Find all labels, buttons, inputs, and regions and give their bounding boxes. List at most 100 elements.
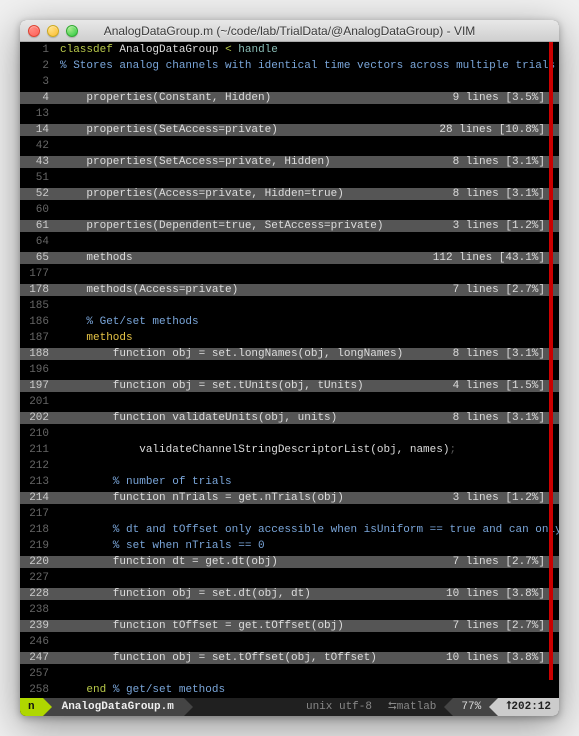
fold-label: function nTrials = get.nTrials(obj)	[60, 492, 344, 504]
zoom-icon[interactable]	[66, 25, 78, 37]
fold-line[interactable]: 202 function validateUnits(obj, units)8 …	[20, 410, 559, 426]
code-line: 246	[20, 634, 559, 650]
code-line: 218 % dt and tOffset only accessible whe…	[20, 522, 559, 538]
line-number: 3	[20, 76, 56, 88]
line-content: properties(SetAccess=private) 28 lines [1…	[56, 124, 559, 136]
line-number: 51	[20, 172, 56, 184]
line-content: % dt and tOffset only accessible when is…	[56, 524, 559, 536]
line-content: methods	[56, 332, 559, 344]
line-content: classdef AnalogDataGroup < handle	[56, 44, 559, 56]
fold-label: methods(Access=private)	[60, 284, 238, 296]
code-line: 227	[20, 570, 559, 586]
code-line: 217	[20, 506, 559, 522]
code-line: 185	[20, 298, 559, 314]
line-number: 1	[20, 44, 56, 56]
code-line: 51	[20, 170, 559, 186]
encoding-label: unix utf-8	[298, 698, 380, 716]
fold-label: methods	[60, 252, 133, 264]
line-content: function nTrials = get.nTrials(obj) 3 lin…	[56, 492, 559, 504]
code-line: 1classdef AnalogDataGroup < handle	[20, 42, 559, 58]
fold-info: 7 lines [2.7%]	[453, 284, 559, 296]
code-line: 258 end % get/set methods	[20, 682, 559, 698]
line-number: 2	[20, 60, 56, 72]
line-number: 186	[20, 316, 56, 328]
fold-line[interactable]: 61 properties(Dependent=true, SetAccess=…	[20, 218, 559, 234]
code-line: 186 % Get/set methods	[20, 314, 559, 330]
fold-line[interactable]: 14 properties(SetAccess=private) 28 lines…	[20, 122, 559, 138]
editor-body[interactable]: 1classdef AnalogDataGroup < handle2% Sto…	[20, 42, 559, 698]
fold-info: 28 lines [10.8%]	[439, 124, 559, 136]
fold-label: properties(SetAccess=private)	[60, 124, 278, 136]
line-content: methods(Access=private) 7 lines [2.7%]	[56, 284, 559, 296]
line-number: 218	[20, 524, 56, 536]
line-number: 177	[20, 268, 56, 280]
fold-line[interactable]: 239 function tOffset = get.tOffset(obj)7…	[20, 618, 559, 634]
status-filename: AnalogDataGroup.m	[52, 698, 184, 716]
fold-info: 10 lines [3.8%]	[446, 652, 559, 664]
fold-label: function obj = set.dt(obj, dt)	[60, 588, 311, 600]
separator-icon	[489, 698, 498, 716]
line-number: 228	[20, 588, 56, 600]
code-line: 177	[20, 266, 559, 282]
line-content: function obj = set.tOffset(obj, tOffset)…	[56, 652, 559, 664]
fold-line[interactable]: 188 function obj = set.longNames(obj, lo…	[20, 346, 559, 362]
line-number: 201	[20, 396, 56, 408]
code-line: 187 methods	[20, 330, 559, 346]
titlebar[interactable]: AnalogDataGroup.m (~/code/lab/TrialData/…	[20, 20, 559, 42]
code-line: 212	[20, 458, 559, 474]
fold-line[interactable]: 197 function obj = set.tUnits(obj, tUnit…	[20, 378, 559, 394]
line-content: function obj = set.tUnits(obj, tUnits)4 …	[56, 380, 559, 392]
mode-indicator: n	[20, 698, 43, 716]
minimize-icon[interactable]	[47, 25, 59, 37]
fold-label: function obj = set.longNames(obj, longNa…	[60, 348, 403, 360]
fold-line[interactable]: 4 properties(Constant, Hidden)9 lines [3…	[20, 90, 559, 106]
position-label: ⭡ 202:12	[498, 698, 559, 716]
statusbar: n AnalogDataGroup.m unix utf-8 ⮀ matlab …	[20, 698, 559, 716]
fold-line[interactable]: 52 properties(Access=private, Hidden=tru…	[20, 186, 559, 202]
line-content: function obj = set.longNames(obj, longNa…	[56, 348, 559, 360]
line-number: 219	[20, 540, 56, 552]
line-number: 185	[20, 300, 56, 312]
fold-line[interactable]: 220 function dt = get.dt(obj)7 lines [2.…	[20, 554, 559, 570]
line-number: 65	[20, 252, 56, 264]
fold-line[interactable]: 65 methods112 lines [43.1%]	[20, 250, 559, 266]
line-number: 217	[20, 508, 56, 520]
fold-line[interactable]: 247 function obj = set.tOffset(obj, tOff…	[20, 650, 559, 666]
line-number: 14	[20, 124, 56, 136]
line-content: properties(SetAccess=private, Hidden)8 l…	[56, 156, 559, 168]
close-icon[interactable]	[28, 25, 40, 37]
line-content: properties(Constant, Hidden)9 lines [3.5…	[56, 92, 559, 104]
line-number: 64	[20, 236, 56, 248]
fold-label: properties(Access=private, Hidden=true)	[60, 188, 344, 200]
fold-line[interactable]: 228 function obj = set.dt(obj, dt) 10 lin…	[20, 586, 559, 602]
line-number: 238	[20, 604, 56, 616]
line-number: 4	[20, 92, 56, 104]
fold-info: 3 lines [1.2%]	[453, 492, 559, 504]
code-line: 64	[20, 234, 559, 250]
separator-icon	[43, 698, 52, 716]
fold-info: 10 lines [3.8%]	[446, 588, 559, 600]
fold-line[interactable]: 214 function nTrials = get.nTrials(obj)3…	[20, 490, 559, 506]
fold-label: function tOffset = get.tOffset(obj)	[60, 620, 344, 632]
fold-info: 8 lines [3.1%]	[453, 348, 559, 360]
line-number: 178	[20, 284, 56, 296]
code-line: 210	[20, 426, 559, 442]
line-content: % set when nTrials == 0	[56, 540, 559, 552]
line-number: 188	[20, 348, 56, 360]
window-title: AnalogDataGroup.m (~/code/lab/TrialData/…	[20, 24, 559, 38]
fold-label: function dt = get.dt(obj)	[60, 556, 278, 568]
fold-info: 8 lines [3.1%]	[453, 188, 559, 200]
fold-label: function validateUnits(obj, units)	[60, 412, 337, 424]
line-content: % number of trials	[56, 476, 559, 488]
status-right: unix utf-8 ⮀ matlab 77% ⭡ 202:12	[298, 698, 559, 716]
line-number: 247	[20, 652, 56, 664]
separator-icon	[184, 698, 193, 716]
line-number: 212	[20, 460, 56, 472]
line-content: validateChannelStringDescriptorList(obj,…	[56, 444, 559, 456]
fold-line[interactable]: 43 properties(SetAccess=private, Hidden)…	[20, 154, 559, 170]
filetype-label: ⮀ matlab	[380, 698, 444, 716]
fold-line[interactable]: 178 methods(Access=private) 7 lines [2.7%…	[20, 282, 559, 298]
code-line: 211 validateChannelStringDescriptorList(…	[20, 442, 559, 458]
code-line: 13	[20, 106, 559, 122]
fold-info: 4 lines [1.5%]	[453, 380, 559, 392]
